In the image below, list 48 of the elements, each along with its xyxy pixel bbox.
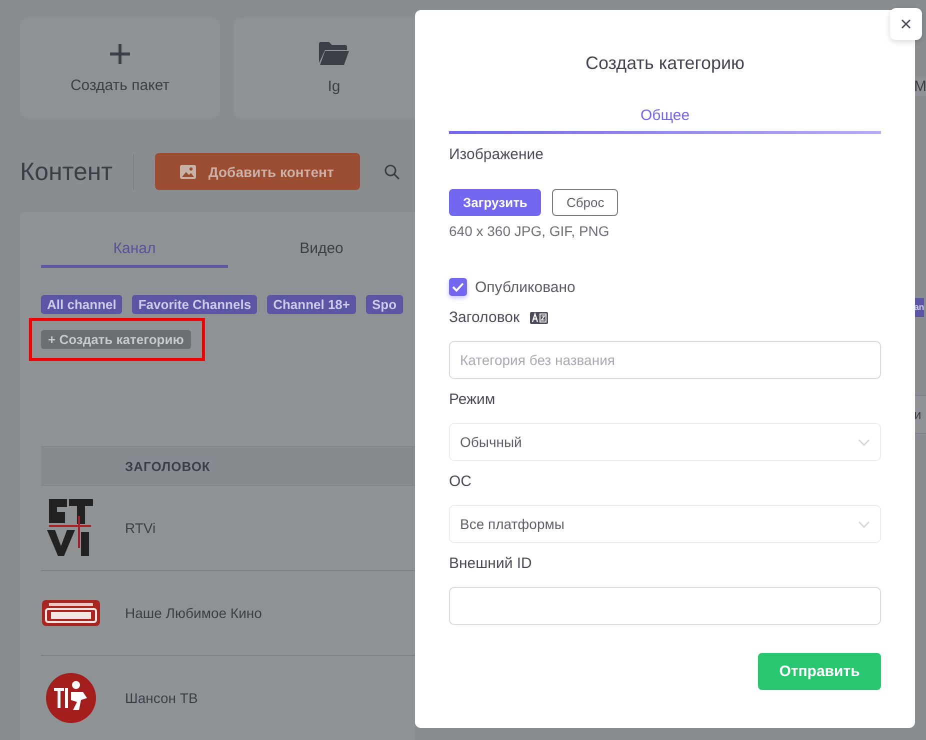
category-tag[interactable]: Channel 18+ bbox=[267, 295, 356, 314]
upload-button[interactable]: Загрузить bbox=[449, 189, 542, 216]
content-tab[interactable]: Канал bbox=[41, 232, 228, 268]
image-icon bbox=[180, 164, 196, 178]
close-icon bbox=[901, 19, 911, 29]
content-tab[interactable]: Видео bbox=[228, 232, 415, 268]
add-content-button[interactable]: Добавить контент bbox=[154, 153, 360, 190]
field-label: Заголовок bbox=[449, 309, 520, 327]
image-hint: 640 x 360 JPG, GIF, PNG bbox=[449, 222, 610, 240]
input-field[interactable] bbox=[449, 587, 881, 625]
table-cell: Наше Любимое Кино bbox=[125, 605, 262, 621]
field-label: ОС bbox=[449, 473, 472, 491]
field-label: Изображение bbox=[449, 146, 544, 164]
select-field[interactable]: Все платформы bbox=[449, 505, 881, 543]
package-card[interactable]: Ig bbox=[234, 18, 415, 118]
category-tag[interactable]: Spo bbox=[366, 295, 403, 314]
table-cell: RTVi bbox=[125, 520, 156, 536]
category-tag[interactable]: Favorite Channels bbox=[132, 295, 258, 314]
field-label: Внешний ID bbox=[449, 555, 532, 573]
checkbox[interactable] bbox=[449, 278, 467, 296]
chevron-down-icon bbox=[858, 520, 870, 528]
create-category-button[interactable]: + Создать категорию bbox=[41, 330, 191, 349]
select-field[interactable]: Обычный bbox=[449, 423, 881, 461]
card-label: Создать пакет bbox=[70, 76, 170, 94]
category-tag[interactable]: All channel bbox=[41, 295, 122, 314]
translate-icon[interactable] bbox=[530, 312, 548, 324]
card-label: Ig bbox=[328, 78, 340, 95]
modal-title: Создать категорию bbox=[584, 52, 746, 75]
submit-button[interactable]: Отправить bbox=[758, 653, 881, 690]
checkbox-label: Опубликовано bbox=[475, 278, 576, 296]
table-cell: Шансон ТВ bbox=[125, 690, 198, 706]
channel-logo bbox=[45, 672, 97, 724]
search-icon[interactable] bbox=[384, 164, 400, 180]
page-title: Контент bbox=[20, 154, 134, 190]
field-label: Режим bbox=[449, 391, 496, 409]
modal-tab[interactable]: Общее bbox=[449, 103, 881, 134]
close-button[interactable] bbox=[890, 8, 922, 40]
input-field[interactable]: Категория без названия bbox=[449, 341, 881, 379]
folder-icon bbox=[318, 41, 350, 66]
channel-logo bbox=[41, 599, 101, 627]
channel-logo bbox=[47, 498, 95, 558]
column-header: ЗАГОЛОВОК bbox=[125, 458, 210, 474]
column-header: и bbox=[914, 395, 926, 434]
chevron-down-icon bbox=[858, 438, 870, 446]
package-card[interactable]: Создать пакет bbox=[20, 18, 220, 118]
reset-button[interactable]: Сброс bbox=[552, 189, 618, 216]
card-label: M bbox=[914, 78, 926, 96]
plus-icon bbox=[109, 42, 131, 64]
